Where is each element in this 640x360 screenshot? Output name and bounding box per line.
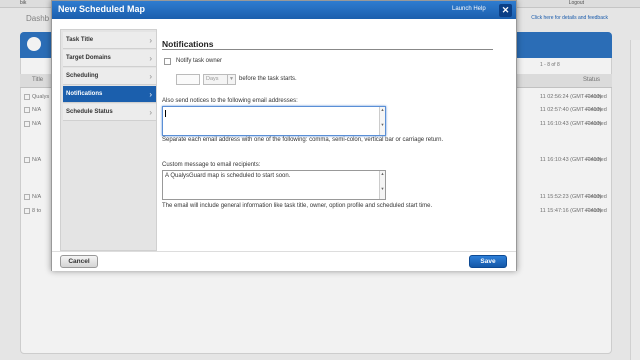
section-title: Notifications: [162, 39, 214, 49]
notify-owner-checkbox[interactable]: [164, 58, 171, 65]
notify-owner-label: Notify task owner: [176, 58, 223, 64]
step-label: Scheduling: [66, 73, 99, 79]
dialog-title: New Scheduled Map: [58, 4, 146, 14]
step-label: Notifications: [66, 91, 103, 97]
step-notifications[interactable]: Notifications ›: [63, 86, 156, 103]
chevron-right-icon: ›: [149, 54, 152, 63]
close-icon: ✕: [501, 5, 510, 15]
step-schedule-status[interactable]: Schedule Status ›: [63, 104, 156, 121]
save-button[interactable]: Save: [469, 255, 507, 268]
email-help-text: Separate each email address with one of …: [162, 137, 444, 143]
message-value: A QualysGuard map is scheduled to start …: [165, 173, 291, 179]
textarea-scrollbar[interactable]: ▲ ▼: [379, 171, 385, 199]
unit-select-value: Days: [206, 76, 219, 82]
launch-help-link[interactable]: Launch Help: [452, 6, 486, 12]
notify-unit-select[interactable]: Days ▼: [203, 74, 236, 85]
step-label: Schedule Status: [66, 109, 113, 115]
chevron-down-icon: ▼: [227, 75, 235, 84]
chevron-right-icon: ›: [149, 72, 152, 81]
step-task-title[interactable]: Task Title ›: [63, 32, 156, 49]
notify-days-input[interactable]: [176, 74, 200, 85]
before-task-text: before the task starts.: [239, 76, 297, 82]
chevron-right-icon: ›: [149, 108, 152, 117]
email-label: Also send notices to the following email…: [162, 98, 298, 104]
custom-message-textarea[interactable]: A QualysGuard map is scheduled to start …: [162, 170, 386, 200]
text-caret: [165, 110, 166, 117]
close-button[interactable]: ✕: [499, 4, 512, 17]
chevron-right-icon: ›: [149, 36, 152, 45]
message-label: Custom message to email recipients:: [162, 162, 261, 168]
step-scheduling[interactable]: Scheduling ›: [63, 68, 156, 85]
step-target-domains[interactable]: Target Domains ›: [63, 50, 156, 67]
wizard-steps-nav: Task Title › Target Domains › Scheduling…: [60, 29, 157, 251]
cancel-button[interactable]: Cancel: [60, 255, 98, 268]
message-help-text: The email will include general informati…: [162, 203, 433, 209]
chevron-right-icon: ›: [149, 90, 152, 99]
dialog-header: New Scheduled Map Launch Help ✕: [52, 1, 516, 19]
dialog-footer: Cancel Save: [52, 251, 516, 271]
new-scheduled-map-dialog: New Scheduled Map Launch Help ✕ Task Tit…: [51, 0, 517, 271]
step-label: Task Title: [66, 37, 94, 43]
email-addresses-textarea[interactable]: ▲ ▼: [162, 106, 386, 136]
step-label: Target Domains: [66, 55, 111, 61]
textarea-scrollbar[interactable]: ▲ ▼: [379, 107, 385, 135]
section-divider: [162, 49, 493, 50]
notifications-panel: Notifications Notify task owner Days ▼ b…: [162, 29, 507, 251]
